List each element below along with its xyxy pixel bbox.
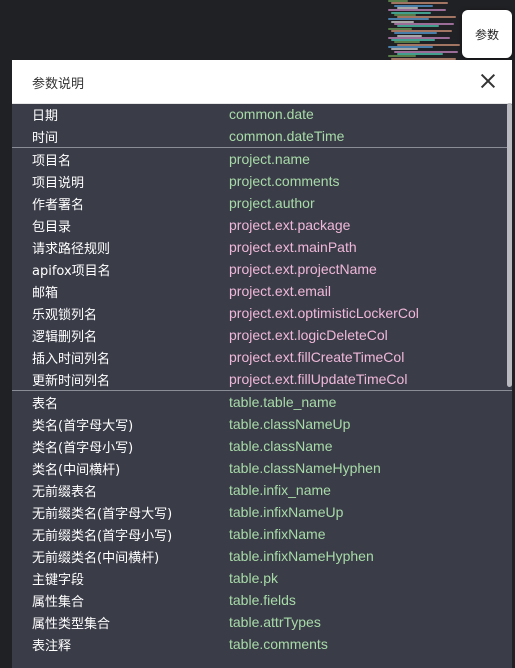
param-value[interactable]: project.ext.email: [229, 283, 331, 299]
param-label: 主键字段: [32, 572, 85, 588]
param-row: 表名 table.table_name: [12, 391, 512, 413]
params-dialog: 参数说明 日期 common.date 时间 common.dateTime 项目名 pr…: [12, 60, 512, 668]
param-row: 更新时间列名 project.ext.fillUpdateTimeCol: [12, 368, 512, 390]
param-label: 项目名: [32, 153, 72, 169]
scrollbar-thumb[interactable]: [507, 103, 512, 387]
scrollbar[interactable]: [506, 103, 512, 668]
param-value[interactable]: table.classNameHyphen: [229, 460, 381, 476]
param-label: 属性类型集合: [32, 616, 111, 632]
param-label: 类名(首字母大写): [32, 418, 134, 434]
param-label: 表名: [32, 396, 59, 412]
param-row: 邮箱 project.ext.email: [12, 280, 512, 302]
param-value[interactable]: project.ext.fillCreateTimeCol: [229, 349, 404, 365]
param-section: 表名 table.table_name 类名(首字母大写) table.classNa…: [12, 391, 512, 655]
param-label: 无前缀类名(首字母小写): [32, 528, 173, 544]
param-value[interactable]: table.pk: [229, 570, 278, 586]
param-row: 日期 common.date: [12, 103, 512, 125]
param-label: 请求路径规则: [32, 241, 111, 257]
param-value[interactable]: project.ext.optimisticLockerCol: [229, 305, 419, 321]
param-row: 逻辑删列名 project.ext.logicDeleteCol: [12, 324, 512, 346]
param-label: 包目录: [32, 219, 72, 235]
param-label: 无前缀类名(中间横杆): [32, 550, 160, 566]
param-value[interactable]: table.attrTypes: [229, 614, 321, 630]
param-value[interactable]: common.dateTime: [229, 128, 344, 144]
param-value[interactable]: project.ext.logicDeleteCol: [229, 327, 388, 343]
param-value[interactable]: table.infixNameHyphen: [229, 548, 374, 564]
close-icon[interactable]: [478, 71, 498, 91]
param-section: 项目名 project.name 项目说明 project.comments 作者署名 p…: [12, 148, 512, 391]
param-label: 无前缀类名(首字母大写): [32, 506, 173, 522]
param-label: 乐观锁列名: [32, 307, 98, 323]
dialog-header: 参数说明: [12, 60, 512, 104]
param-label: 逻辑删列名: [32, 329, 98, 345]
param-label: 属性集合: [32, 594, 85, 610]
param-row: apifox项目名 project.ext.projectName: [12, 258, 512, 280]
param-value[interactable]: project.ext.projectName: [229, 261, 377, 277]
dialog-title: 参数说明: [32, 77, 85, 92]
param-row: 类名(首字母大写) table.classNameUp: [12, 413, 512, 435]
param-value[interactable]: project.ext.package: [229, 217, 350, 233]
param-label: apifox项目名: [32, 263, 111, 279]
param-row: 属性类型集合 table.attrTypes: [12, 611, 512, 633]
param-row: 请求路径规则 project.ext.mainPath: [12, 236, 512, 258]
param-label: 邮箱: [32, 285, 59, 301]
param-value[interactable]: project.ext.mainPath: [229, 239, 357, 255]
param-value[interactable]: common.date: [229, 106, 314, 122]
param-value[interactable]: table.table_name: [229, 394, 336, 410]
param-row: 作者署名 project.author: [12, 192, 512, 214]
param-row: 类名(首字母小写) table.className: [12, 435, 512, 457]
param-row: 主键字段 table.pk: [12, 567, 512, 589]
param-row: 无前缀类名(首字母小写) table.infixName: [12, 523, 512, 545]
param-row: 包目录 project.ext.package: [12, 214, 512, 236]
param-label: 作者署名: [32, 197, 85, 213]
param-section: 日期 common.date 时间 common.dateTime: [12, 103, 512, 148]
param-value[interactable]: project.name: [229, 151, 310, 167]
param-label: 时间: [32, 130, 59, 146]
param-row: 属性集合 table.fields: [12, 589, 512, 611]
param-row: 乐观锁列名 project.ext.optimisticLockerCol: [12, 302, 512, 324]
param-value[interactable]: table.fields: [229, 592, 296, 608]
param-value[interactable]: project.ext.fillUpdateTimeCol: [229, 371, 407, 387]
param-label: 更新时间列名: [32, 373, 111, 389]
param-row: 无前缀类名(中间横杆) table.infixNameHyphen: [12, 545, 512, 567]
code-preview: [388, 0, 468, 62]
param-label: 日期: [32, 108, 59, 124]
params-button[interactable]: 参数: [462, 10, 512, 58]
param-row: 项目名 project.name: [12, 148, 512, 170]
param-value[interactable]: table.comments: [229, 636, 328, 652]
param-row: 插入时间列名 project.ext.fillCreateTimeCol: [12, 346, 512, 368]
param-value[interactable]: table.infix_name: [229, 482, 331, 498]
param-row: 表注释 table.comments: [12, 633, 512, 655]
param-row: 时间 common.dateTime: [12, 125, 512, 147]
param-value[interactable]: table.classNameUp: [229, 416, 350, 432]
param-row: 类名(中间横杆) table.classNameHyphen: [12, 457, 512, 479]
params-list: 日期 common.date 时间 common.dateTime 项目名 project…: [12, 103, 512, 668]
param-value[interactable]: table.infixNameUp: [229, 504, 343, 520]
param-value[interactable]: table.className: [229, 438, 333, 454]
param-row: 无前缀类名(首字母大写) table.infixNameUp: [12, 501, 512, 523]
param-label: 表注释: [32, 638, 72, 654]
param-value[interactable]: project.comments: [229, 173, 339, 189]
param-value[interactable]: table.infixName: [229, 526, 326, 542]
param-label: 无前缀表名: [32, 484, 98, 500]
param-row: 无前缀表名 table.infix_name: [12, 479, 512, 501]
param-label: 项目说明: [32, 175, 85, 191]
param-label: 插入时间列名: [32, 351, 111, 367]
param-label: 类名(中间横杆): [32, 462, 121, 478]
param-label: 类名(首字母小写): [32, 440, 134, 456]
param-value[interactable]: project.author: [229, 195, 315, 211]
param-row: 项目说明 project.comments: [12, 170, 512, 192]
